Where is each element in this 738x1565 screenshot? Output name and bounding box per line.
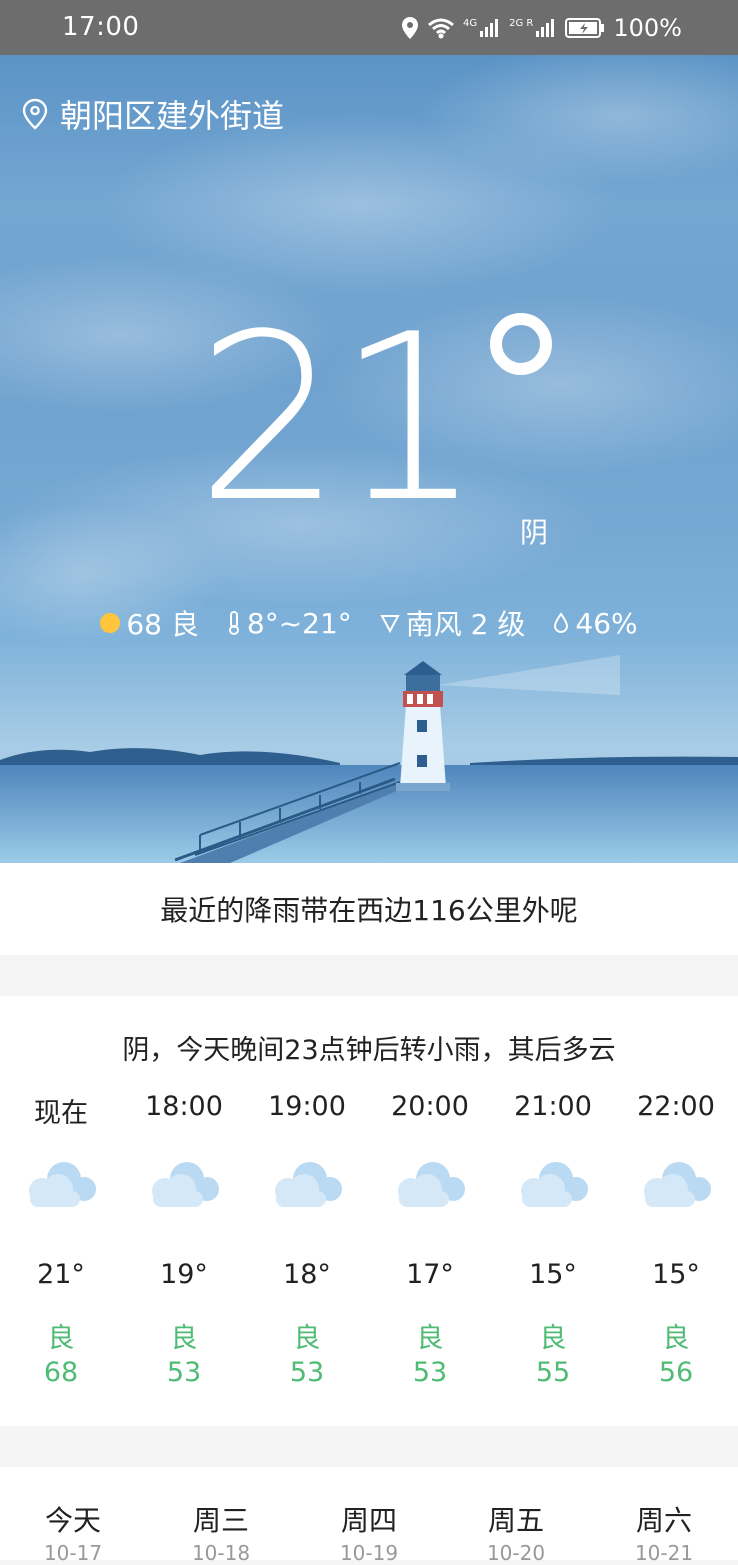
humidity-text: 46% — [575, 606, 638, 640]
cloudy-icon — [1, 1157, 121, 1217]
signal-2g-icon: 2G R — [509, 18, 557, 38]
hour-aqi-value: 53 — [289, 1357, 325, 1388]
hour-aqi-label: 良 — [662, 1323, 690, 1354]
temp-range-text: 8°~21° — [246, 606, 352, 640]
hourly-item: 19:00 18° 良 53 — [247, 1091, 367, 1388]
humidity-metric: 46% — [539, 603, 651, 643]
hour-time: 21:00 — [514, 1091, 592, 1122]
hourly-item: 22:00 15° 良 56 — [616, 1091, 736, 1388]
daily-item[interactable]: 周三 10-18 — [161, 1499, 281, 1565]
hour-aqi-label: 良 — [293, 1323, 321, 1354]
location-name: 朝阳区建外街道 — [60, 97, 285, 135]
hour-time: 18:00 — [145, 1091, 223, 1122]
cloudy-icon — [370, 1157, 490, 1217]
daily-item[interactable]: 周五 10-20 — [456, 1499, 576, 1565]
temp-range-metric: 8°~21° — [213, 603, 366, 643]
hour-temp: 15° — [652, 1259, 700, 1290]
hour-temp: 15° — [529, 1259, 577, 1290]
aqi-text: 68 良 — [126, 608, 199, 641]
current-condition: 阴 — [520, 516, 549, 549]
daily-item[interactable]: 今天 10-17 — [13, 1499, 133, 1565]
location-button[interactable]: 朝阳区建外街道 — [22, 91, 284, 137]
hour-aqi-label: 良 — [47, 1323, 75, 1354]
location-pin-icon — [22, 98, 48, 130]
hour-aqi-label: 良 — [416, 1323, 444, 1354]
day-date: 10-17 — [43, 1541, 103, 1565]
location-status-icon — [402, 17, 418, 39]
hour-temp: 17° — [406, 1259, 454, 1290]
daily-item[interactable]: 周六 10-21 — [604, 1499, 724, 1565]
hour-time: 19:00 — [268, 1091, 346, 1122]
status-time: 17:00 — [62, 12, 140, 42]
day-date: 10-20 — [486, 1541, 546, 1565]
hour-temp: 19° — [160, 1259, 208, 1290]
day-name: 周四 — [340, 1504, 397, 1537]
hour-aqi-label: 良 — [170, 1323, 198, 1354]
status-icons: 4G 2G R 100% — [401, 14, 682, 42]
smiley-icon — [100, 613, 121, 633]
wifi-icon — [428, 18, 454, 39]
status-bar: 17:00 4G 2G R 100% — [0, 0, 738, 55]
rain-notice-text: 最近的降雨带在西边116公里外呢 — [160, 894, 578, 927]
day-name: 周五 — [487, 1504, 544, 1537]
wind-direction-icon — [380, 615, 400, 633]
thermometer-icon — [228, 611, 239, 635]
day-date: 10-19 — [339, 1541, 399, 1565]
wind-text: 南风 2 级 — [405, 608, 526, 641]
day-name: 周六 — [635, 1504, 692, 1537]
current-metrics: 68 良 8°~21° 南风 2 级 46% — [0, 603, 738, 643]
hourly-item: 21:00 15° 良 55 — [493, 1091, 613, 1388]
hour-time: 20:00 — [391, 1091, 469, 1122]
daily-item[interactable]: 周四 10-19 — [309, 1499, 429, 1565]
hourly-summary: 阴，今天晚间23点钟后转小雨，其后多云 — [122, 1035, 616, 1066]
temperature-value: 21 — [196, 286, 483, 553]
rain-notice[interactable]: 最近的降雨带在西边116公里外呢 — [0, 863, 738, 955]
cloudy-icon — [124, 1157, 244, 1217]
hour-aqi-value: 68 — [43, 1357, 79, 1388]
water-drop-icon — [554, 612, 569, 634]
hour-time: 现在 — [34, 1098, 88, 1129]
hourly-item: 20:00 17° 良 53 — [370, 1091, 490, 1388]
day-date: 10-18 — [191, 1541, 251, 1565]
aqi-metric[interactable]: 68 良 — [86, 603, 213, 643]
daily-forecast: 今天 10-17 周三 10-18 周四 10-19 周五 10-20 周六 10-21 — [0, 1467, 738, 1565]
hourly-item: 现在 21° 良 68 — [1, 1091, 121, 1388]
hour-aqi-value: 53 — [412, 1357, 448, 1388]
day-name: 周三 — [192, 1504, 249, 1537]
day-date: 10-21 — [634, 1541, 694, 1565]
hour-aqi-label: 良 — [539, 1323, 567, 1354]
weather-hero: 朝阳区建外街道 21 阴 68 良 8°~21° 南风 2 级 46% — [0, 55, 738, 863]
battery-percent: 100% — [613, 14, 682, 42]
hour-aqi-value: 56 — [658, 1357, 694, 1388]
hour-temp: 21° — [37, 1259, 85, 1290]
battery-icon — [565, 18, 605, 38]
signal-4g-icon: 4G — [463, 18, 501, 38]
cloudy-icon — [616, 1157, 736, 1217]
wind-metric: 南风 2 级 — [366, 603, 540, 643]
day-name: 今天 — [44, 1504, 101, 1537]
cloudy-icon — [247, 1157, 367, 1217]
hour-aqi-value: 55 — [535, 1357, 571, 1388]
cloudy-icon — [493, 1157, 613, 1217]
hourly-item: 18:00 19° 良 53 — [124, 1091, 244, 1388]
hour-temp: 18° — [283, 1259, 331, 1290]
hour-time: 22:00 — [637, 1091, 715, 1122]
hour-aqi-value: 53 — [166, 1357, 202, 1388]
degree-symbol — [490, 313, 552, 375]
current-temperature: 21 — [196, 286, 552, 565]
hourly-forecast: 阴，今天晚间23点钟后转小雨，其后多云 现在 21° 良 68 18:00 19° 良 53 1… — [0, 996, 738, 1426]
